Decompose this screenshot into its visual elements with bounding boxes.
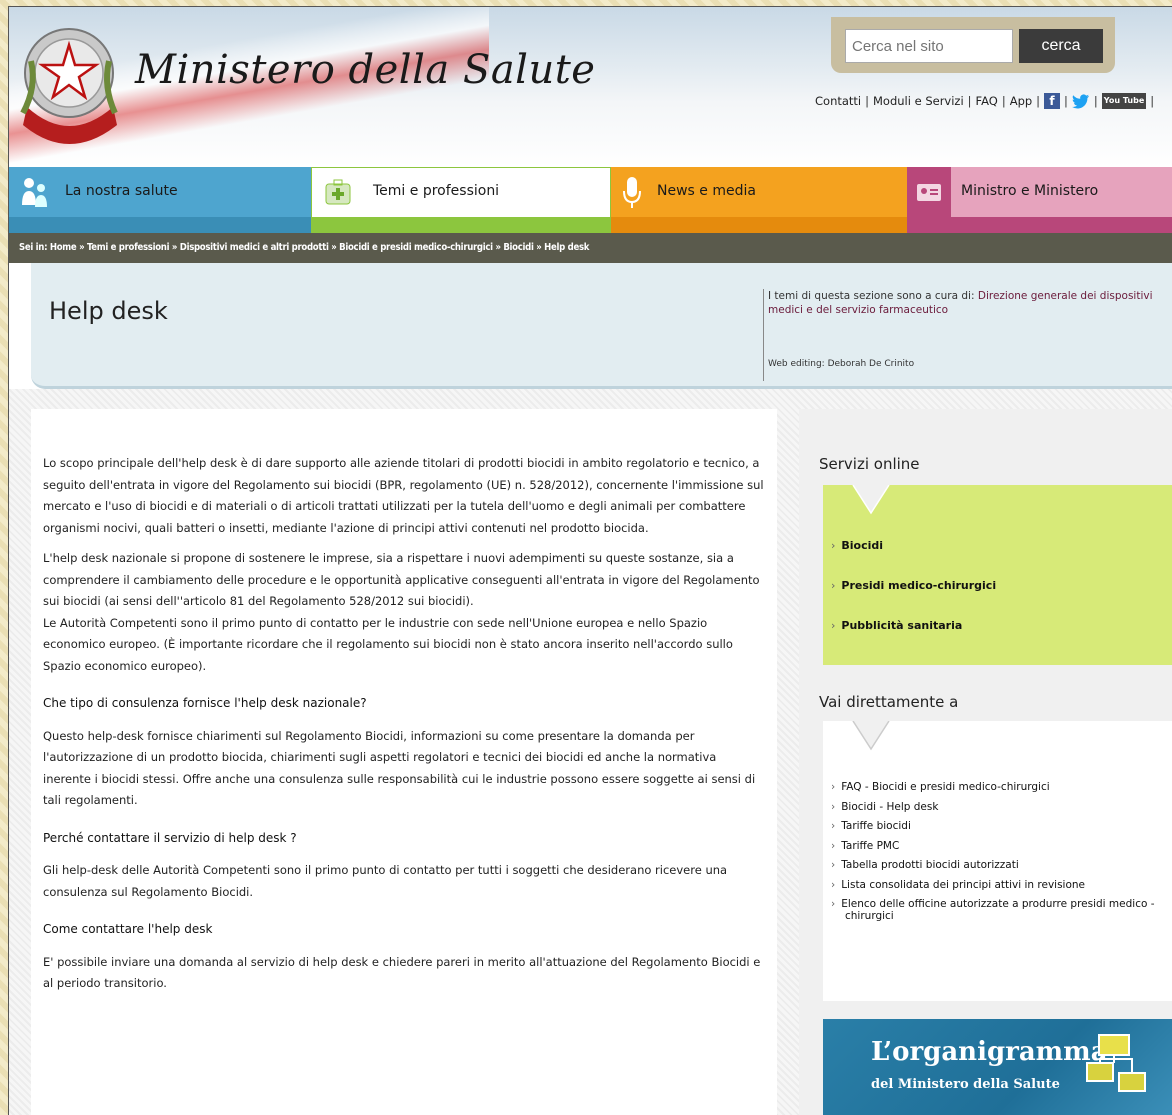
- nav-label: La nostra salute: [65, 183, 178, 199]
- page-title: Help desk: [49, 297, 168, 325]
- nav-bar-bottom: [907, 217, 1172, 233]
- chevron-right-icon: ›: [831, 800, 836, 813]
- toplink-moduli-servizi[interactable]: Moduli e Servizi: [873, 94, 964, 108]
- list-item-label: Tariffe biocidi: [841, 820, 911, 832]
- servizi-online-box: › Biocidi › Presidi medico-chirurgici › Pub…: [823, 485, 1172, 665]
- sidebar: Servizi online › Biocidi › Presidi medico-…: [799, 409, 1172, 1115]
- paragraph: Gli help-desk delle Autorità Competenti …: [43, 863, 728, 899]
- separator: |: [967, 94, 972, 108]
- list-item[interactable]: › Tariffe biocidi: [831, 820, 1171, 832]
- list-item[interactable]: › Biocidi: [831, 539, 996, 579]
- republic-emblem-icon[interactable]: [17, 15, 127, 165]
- nav-item-ministro-ministero[interactable]: Ministro e Ministero: [907, 167, 1172, 233]
- list-item-label: Lista consolidata dei principi attivi in…: [841, 878, 1086, 891]
- youtube-icon[interactable]: You Tube: [1101, 93, 1147, 109]
- list-item[interactable]: › Elenco delle officine autorizzate a pro…: [831, 898, 1161, 922]
- list-item-label: Biocidi: [841, 539, 884, 552]
- vai-direttamente-box: › FAQ - Biocidi e presidi medico-chirurgi…: [823, 721, 1172, 1001]
- top-links: Contatti | Moduli e Servizi | FAQ | App …: [815, 91, 1158, 111]
- banner-subtitle: del Ministero della Salute: [871, 1077, 1060, 1092]
- banner-title: L’organigramma: [871, 1037, 1108, 1067]
- list-item[interactable]: › FAQ - Biocidi e presidi medico-chirurgi…: [831, 781, 1171, 793]
- nav-label: News e media: [657, 183, 756, 199]
- nav-item-la-nostra-salute[interactable]: La nostra salute: [9, 167, 311, 233]
- separator: |: [1150, 94, 1155, 108]
- nav-label: Ministro e Ministero: [961, 183, 1099, 199]
- section-credits: I temi di questa sezione sono a cura di:…: [763, 289, 1163, 381]
- section-heading: Come contattare l'help desk: [43, 922, 213, 936]
- medical-kit-icon: [317, 167, 359, 217]
- org-chart-icon: [1086, 1034, 1146, 1092]
- main-nav: La nostra salute Temi e professioni News…: [9, 167, 1172, 233]
- twitter-icon[interactable]: [1071, 93, 1090, 109]
- list-item-label: Pubblicità sanitaria: [841, 619, 963, 632]
- notch-decoration: [823, 485, 903, 515]
- nav-label: Temi e professioni: [373, 183, 500, 199]
- separator: |: [1036, 94, 1041, 108]
- list-item[interactable]: › Tariffe PMC: [831, 840, 1171, 852]
- paragraph: Questo help-desk fornisce chiarimenti su…: [43, 728, 756, 808]
- nav-bar: [611, 167, 907, 217]
- list-item-label: Tabella prodotti biocidi autorizzati: [841, 859, 1019, 871]
- separator: |: [865, 94, 869, 108]
- vai-direttamente-title: Vai direttamente a: [819, 693, 959, 711]
- list-item[interactable]: › Presidi medico-chirurgici: [831, 579, 996, 619]
- chevron-right-icon: ›: [831, 898, 836, 910]
- chevron-right-icon: ›: [831, 539, 836, 552]
- separator: |: [1001, 94, 1006, 108]
- list-item-label: Tariffe PMC: [841, 839, 900, 852]
- chevron-right-icon: ›: [831, 878, 836, 891]
- chevron-right-icon: ›: [831, 579, 836, 592]
- search-input[interactable]: [845, 29, 1013, 63]
- nav-item-temi-professioni[interactable]: Temi e professioni: [311, 167, 611, 233]
- section-heading: Che tipo di consulenza fornisce l'help d…: [43, 696, 367, 710]
- chevron-right-icon: ›: [831, 781, 836, 793]
- nav-bar-bottom: [9, 217, 311, 233]
- organigramma-banner[interactable]: L’organigramma del Ministero della Salut…: [823, 1019, 1172, 1115]
- chevron-right-icon: ›: [831, 859, 836, 871]
- microphone-icon: [611, 167, 653, 217]
- list-item-label: Presidi medico-chirurgici: [841, 579, 997, 592]
- paragraph: Le Autorità Competenti sono il primo pun…: [43, 615, 733, 673]
- web-editing: Web editing: Deborah De Crinito: [768, 359, 915, 369]
- chevron-right-icon: ›: [831, 820, 836, 832]
- list-item[interactable]: › Biocidi - Help desk: [831, 801, 1171, 813]
- separator: |: [1064, 94, 1068, 108]
- toplink-faq[interactable]: FAQ: [976, 94, 998, 108]
- list-item-label: Elenco delle officine autorizzate a prod…: [841, 898, 1155, 922]
- list-item[interactable]: › Lista consolidata dei principi attivi i…: [831, 879, 1171, 891]
- notch-decoration: [823, 721, 903, 751]
- ministry-logo-text[interactable]: Ministero della Salute: [135, 47, 595, 93]
- list-item[interactable]: › Tabella prodotti biocidi autorizzati: [831, 859, 1171, 871]
- main-content: Lo scopo principale dell'help desk è di …: [31, 409, 777, 1115]
- list-item[interactable]: › Pubblicità sanitaria: [831, 619, 996, 659]
- servizi-online-title: Servizi online: [819, 455, 920, 473]
- chevron-right-icon: ›: [831, 619, 836, 632]
- section-heading: Perché contattare il servizio di help de…: [43, 830, 297, 845]
- quick-links-list: › FAQ - Biocidi e presidi medico-chirurgi…: [831, 781, 1171, 930]
- nav-item-news-media[interactable]: News e media: [611, 167, 907, 233]
- people-icon: [13, 167, 55, 217]
- header: Ministero della Salute cerca Contatti | …: [9, 7, 1172, 167]
- page: Ministero della Salute cerca Contatti | …: [8, 6, 1172, 1115]
- toplink-app[interactable]: App: [1010, 94, 1032, 108]
- toplink-contatti[interactable]: Contatti: [815, 94, 861, 108]
- facebook-icon[interactable]: f: [1044, 93, 1061, 109]
- search-button[interactable]: cerca: [1019, 29, 1103, 63]
- nav-bar-bottom: [311, 217, 611, 233]
- cura-prefix: I temi di questa sezione sono a cura di:: [768, 290, 978, 302]
- list-item-label: Biocidi - Help desk: [841, 800, 939, 813]
- nav-bar-bottom: [611, 217, 907, 233]
- separator: |: [1093, 94, 1098, 108]
- paragraph: L'help desk nazionale si propone di sost…: [43, 551, 760, 608]
- paragraph: E' possibile inviare una domanda al serv…: [43, 954, 761, 991]
- servizi-list: › Biocidi › Presidi medico-chirurgici › Pub…: [831, 539, 996, 659]
- chevron-right-icon: ›: [831, 839, 836, 852]
- paragraph: Lo scopo principale dell'help desk è di …: [43, 456, 764, 535]
- list-item-label: FAQ - Biocidi e presidi medico-chirurgic…: [841, 781, 1050, 793]
- id-card-icon: [907, 167, 951, 217]
- breadcrumb[interactable]: Sei in: Home » Temi e professioni » Disp…: [9, 233, 1172, 263]
